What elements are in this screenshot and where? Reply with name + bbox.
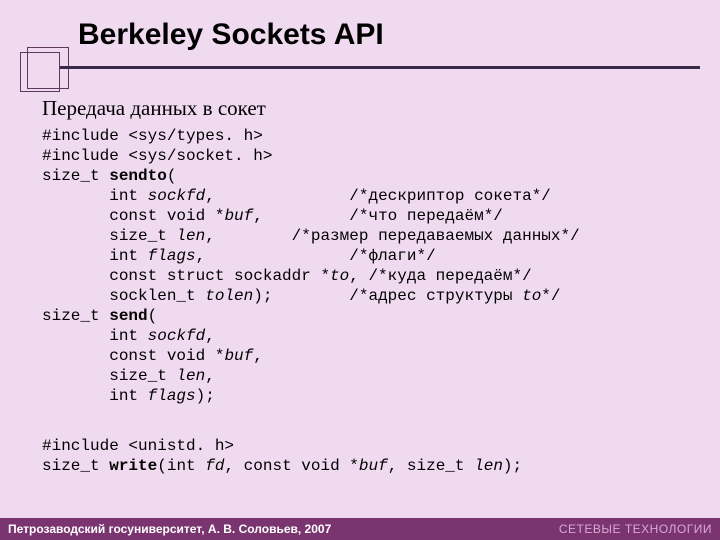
slide: Berkeley Sockets API Передача данных в с… bbox=[0, 0, 720, 540]
code-line: size_t write(int fd, const void *buf, si… bbox=[42, 457, 522, 475]
title-underline bbox=[60, 66, 700, 69]
code-line: size_t len, bbox=[42, 367, 215, 385]
footer-left-text: Петрозаводский госуниверситет, А. В. Сол… bbox=[8, 522, 331, 536]
code-line: socklen_t tolen); /*адрес структуры to*/ bbox=[42, 287, 561, 305]
code-block-secondary: #include <unistd. h> size_t write(int fd… bbox=[42, 436, 522, 476]
slide-title: Berkeley Sockets API bbox=[78, 18, 384, 52]
slide-subtitle: Передача данных в сокет bbox=[42, 96, 266, 121]
code-line: const void *buf, /*что передаём*/ bbox=[42, 207, 503, 225]
code-line: int sockfd, bbox=[42, 327, 215, 345]
code-line: #include <sys/socket. h> bbox=[42, 147, 272, 165]
footer-right-text: СЕТЕВЫЕ ТЕХНОЛОГИИ bbox=[559, 522, 712, 536]
decorative-box-icon bbox=[20, 52, 60, 92]
code-line: int flags); bbox=[42, 387, 215, 405]
code-line: #include <unistd. h> bbox=[42, 437, 234, 455]
code-line: int flags, /*флаги*/ bbox=[42, 247, 436, 265]
code-line: size_t send( bbox=[42, 307, 157, 325]
code-line: size_t len, /*размер передаваемых данных… bbox=[42, 227, 580, 245]
code-line: const void *buf, bbox=[42, 347, 263, 365]
code-line: size_t sendto( bbox=[42, 167, 176, 185]
code-line: int sockfd, /*дескриптор сокета*/ bbox=[42, 187, 551, 205]
footer-bar: Петрозаводский госуниверситет, А. В. Сол… bbox=[0, 518, 720, 540]
code-line: #include <sys/types. h> bbox=[42, 127, 263, 145]
code-line: const struct sockaddr *to, /*куда переда… bbox=[42, 267, 532, 285]
code-block-main: #include <sys/types. h> #include <sys/so… bbox=[42, 126, 580, 406]
